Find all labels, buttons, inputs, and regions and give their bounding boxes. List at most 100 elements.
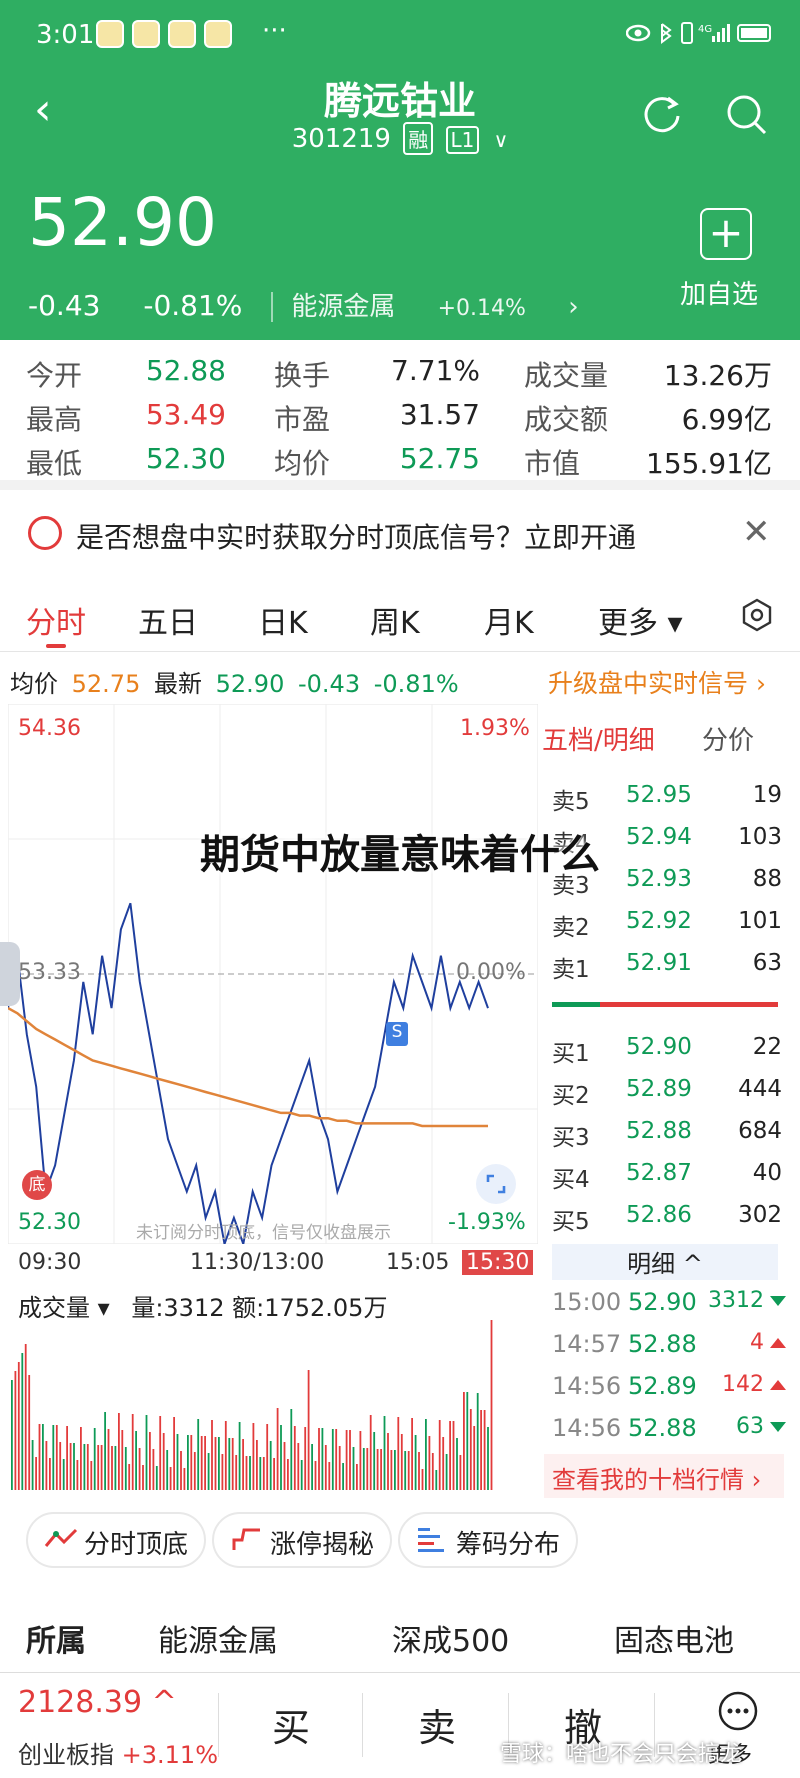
row-price: 52.89 bbox=[626, 1076, 692, 1102]
search-icon[interactable] bbox=[722, 90, 770, 138]
sector-chip[interactable]: 深成500 bbox=[392, 1616, 509, 1660]
volume-bar bbox=[376, 1449, 379, 1490]
add-watchlist-button[interactable]: + bbox=[700, 208, 752, 260]
refresh-icon[interactable] bbox=[640, 92, 684, 136]
volume-selector[interactable]: 成交量 ▾ bbox=[18, 1294, 110, 1322]
volume-bar bbox=[200, 1436, 203, 1490]
signal-promo-banner[interactable]: 是否想盘中实时获取分时顶底信号？立即开通 ✕ bbox=[0, 504, 800, 568]
volume-bar bbox=[155, 1466, 158, 1490]
y-axis-low: 52.30 bbox=[18, 1210, 81, 1235]
up-arrow-icon bbox=[770, 1338, 786, 1348]
volume-bar bbox=[114, 1446, 117, 1490]
volume-bar bbox=[73, 1443, 75, 1490]
tab-intraday[interactable]: 分时 bbox=[26, 598, 86, 642]
tab-weekly-k[interactable]: 周K bbox=[370, 598, 420, 642]
current-price: 52.90 bbox=[28, 184, 217, 261]
tab-order-book[interactable]: 五档/明细 bbox=[542, 726, 655, 756]
trade-price: 52.88 bbox=[628, 1330, 697, 1358]
volume-bar bbox=[276, 1408, 279, 1490]
tab-monthly-k[interactable]: 月K bbox=[484, 598, 534, 642]
volume-bar bbox=[428, 1436, 431, 1490]
up-arrow-icon bbox=[770, 1380, 786, 1390]
volume-bar bbox=[121, 1430, 124, 1490]
close-icon[interactable]: ✕ bbox=[742, 512, 771, 552]
tab-daily-k[interactable]: 日K bbox=[258, 598, 308, 642]
tab-price-distribution[interactable]: 分价 bbox=[702, 720, 754, 757]
settings-hexagon-icon[interactable] bbox=[740, 598, 774, 632]
volume-bar bbox=[59, 1442, 62, 1490]
volume-bar bbox=[100, 1445, 103, 1490]
volume-bar bbox=[17, 1362, 20, 1490]
sector-chip[interactable]: 能源金属 bbox=[158, 1616, 278, 1660]
side-drawer-handle[interactable] bbox=[0, 942, 20, 1006]
volume-bar bbox=[66, 1426, 68, 1490]
buy-row: 买1 52.90 22 bbox=[552, 1034, 782, 1067]
index-value[interactable]: 2128.39 ^ bbox=[18, 1685, 177, 1720]
row-price: 52.95 bbox=[626, 782, 692, 808]
volume-bar bbox=[404, 1451, 407, 1490]
row-volume: 22 bbox=[752, 1034, 782, 1060]
volume-bar bbox=[86, 1444, 89, 1490]
y-axis-high-pct: 1.93% bbox=[460, 716, 530, 741]
volume-bar bbox=[387, 1433, 389, 1490]
tab-five-day[interactable]: 五日 bbox=[138, 598, 198, 642]
intraday-chart[interactable]: 54.36 1.93% 53.33 0.00% 52.30 -1.93% 未订阅… bbox=[7, 703, 539, 1248]
volume-bar bbox=[331, 1429, 334, 1490]
volume-bar bbox=[235, 1455, 238, 1490]
sell-signal-marker[interactable]: S bbox=[386, 1022, 408, 1046]
volume-bar bbox=[418, 1452, 420, 1490]
row-volume: 101 bbox=[738, 908, 782, 934]
row-volume: 19 bbox=[752, 782, 782, 808]
divider bbox=[218, 1693, 219, 1757]
volume-bar bbox=[190, 1435, 193, 1490]
volume-bar bbox=[490, 1320, 493, 1490]
volume-bar bbox=[259, 1457, 262, 1490]
trade-volume: 4 bbox=[750, 1330, 764, 1355]
volume-bar bbox=[245, 1456, 248, 1490]
volume-bar bbox=[266, 1424, 269, 1490]
volume-bar bbox=[76, 1460, 79, 1490]
volume-bar bbox=[231, 1438, 234, 1490]
tab-more[interactable]: 更多 ▾ bbox=[598, 598, 683, 642]
volume-bar bbox=[373, 1432, 376, 1490]
volume-bar bbox=[93, 1428, 96, 1490]
stat-label: 均价 bbox=[274, 447, 331, 480]
volume-bar bbox=[293, 1426, 296, 1490]
limit-up-reveal-button[interactable]: 涨停揭秘 bbox=[212, 1512, 393, 1568]
volume-bar bbox=[152, 1449, 155, 1490]
volume-bar bbox=[180, 1451, 182, 1490]
volume-header: 成交量 ▾ 量:3312 额:1752.05万 bbox=[18, 1288, 387, 1323]
volume-bar bbox=[283, 1442, 286, 1490]
volume-bar bbox=[49, 1458, 51, 1490]
buy-button[interactable]: 买 bbox=[272, 1697, 310, 1752]
stat-label: 市值 bbox=[524, 447, 581, 480]
chip-distribution-button[interactable]: 筹码分布 bbox=[398, 1512, 579, 1568]
bottom-signal-marker[interactable]: 底 bbox=[22, 1170, 52, 1200]
add-watchlist-label[interactable]: 加自选 bbox=[680, 274, 758, 311]
volume-bar bbox=[169, 1467, 172, 1490]
trend-icon bbox=[44, 1528, 78, 1547]
intraday-top-bottom-button[interactable]: 分时顶底 bbox=[26, 1512, 207, 1568]
volume-bar bbox=[118, 1413, 120, 1490]
trade-price: 52.90 bbox=[628, 1288, 697, 1316]
volume-bar bbox=[249, 1456, 251, 1490]
row-price: 52.90 bbox=[626, 1034, 692, 1060]
more-icon[interactable] bbox=[716, 1689, 760, 1733]
trade-time: 15:00 bbox=[552, 1288, 622, 1316]
trade-detail-toggle[interactable]: 明细 ^ bbox=[552, 1244, 778, 1280]
sector-chip[interactable]: 固态电池 bbox=[614, 1616, 734, 1660]
down-arrow-icon bbox=[770, 1296, 786, 1306]
volume-bar bbox=[452, 1421, 455, 1490]
sell-button[interactable]: 卖 bbox=[418, 1697, 456, 1752]
ten-level-quote-link[interactable]: 查看我的十档行情 › bbox=[544, 1454, 784, 1498]
index-name-row[interactable]: 创业板指 +3.11% bbox=[18, 1735, 218, 1770]
volume-bar bbox=[69, 1443, 72, 1490]
sector-pct: +0.14% bbox=[437, 296, 526, 321]
expand-icon[interactable] bbox=[474, 1162, 518, 1206]
sell-row: 卖1 52.91 63 bbox=[552, 950, 782, 983]
sector-link[interactable]: 能源金属 +0.14% › bbox=[271, 292, 613, 322]
stat-value: 31.57 bbox=[399, 398, 480, 431]
stat-label: 成交额 bbox=[524, 403, 609, 436]
trade-time: 14:57 bbox=[552, 1330, 622, 1358]
upgrade-signal-link[interactable]: 升级盘中实时信号 › bbox=[548, 664, 766, 700]
